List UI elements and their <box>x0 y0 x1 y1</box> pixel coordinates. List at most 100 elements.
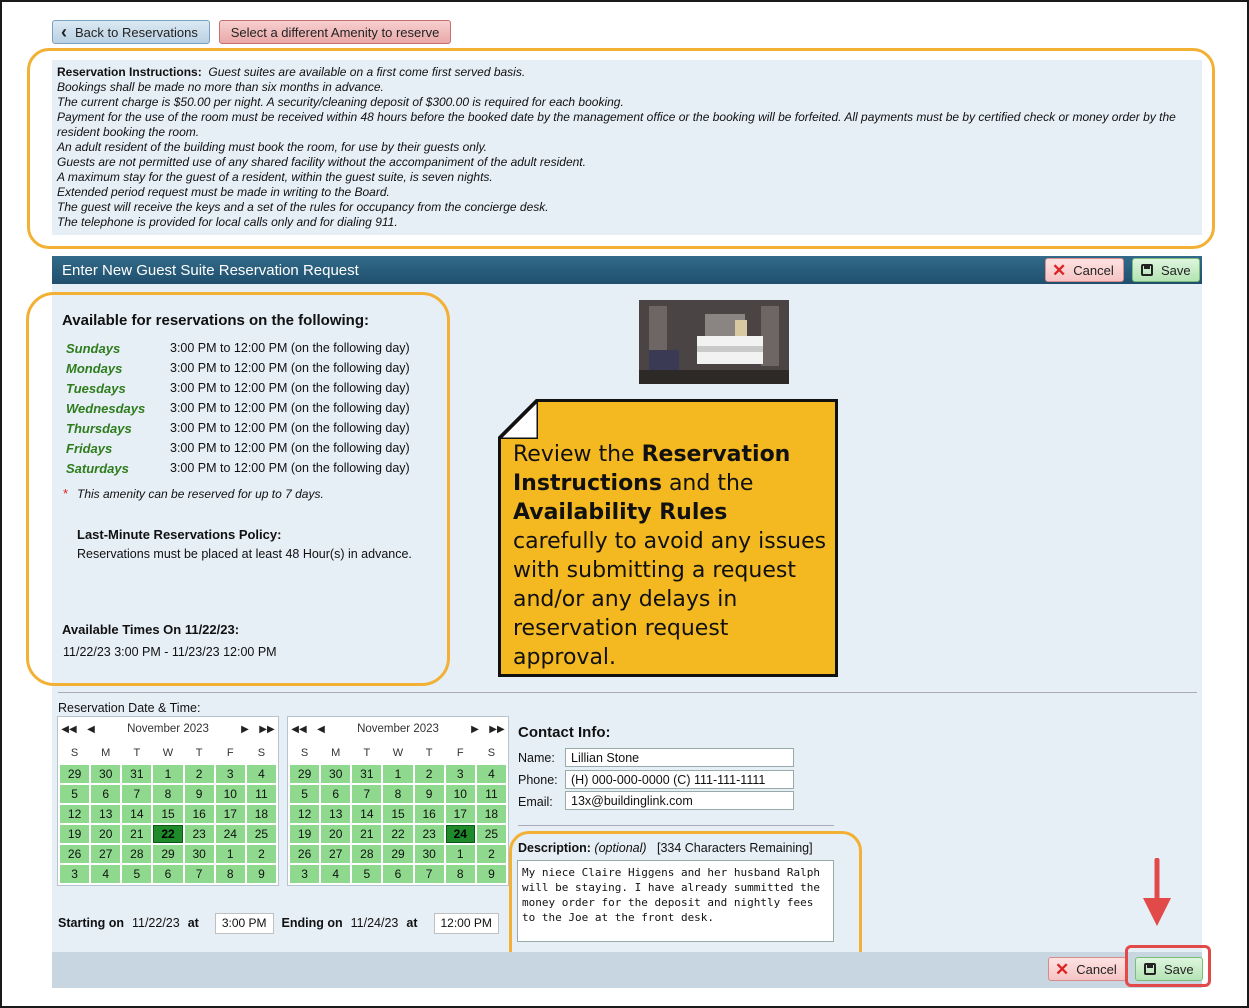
calendar-day[interactable]: 3 <box>215 765 245 783</box>
calendar-day[interactable]: 8 <box>383 785 413 803</box>
calendar-day[interactable]: 31 <box>122 765 152 783</box>
calendar-day[interactable]: 17 <box>445 805 475 823</box>
previous-month-icon[interactable]: ◀ <box>80 724 102 735</box>
back-to-reservations-button[interactable]: ‹ Back to Reservations <box>52 20 210 44</box>
calendar-day[interactable]: 28 <box>122 845 152 863</box>
calendar-day[interactable]: 14 <box>122 805 152 823</box>
calendar-day-selected[interactable]: 24 <box>445 825 475 843</box>
calendar-day[interactable]: 30 <box>321 765 351 783</box>
calendar-day[interactable]: 14 <box>352 805 382 823</box>
calendar-day[interactable]: 24 <box>215 825 245 843</box>
calendar-day[interactable]: 13 <box>321 805 351 823</box>
previous-month-icon[interactable]: ◀ <box>310 724 332 735</box>
header-cancel-button[interactable]: ✕ Cancel <box>1045 258 1124 282</box>
next-month-icon[interactable]: ▶ <box>464 724 486 735</box>
calendar-day[interactable]: 2 <box>184 765 214 783</box>
calendar-day[interactable]: 5 <box>60 785 90 803</box>
calendar-day[interactable]: 16 <box>184 805 214 823</box>
calendar-day[interactable]: 26 <box>290 845 320 863</box>
calendar-day[interactable]: 4 <box>91 865 121 883</box>
calendar-day[interactable]: 27 <box>321 845 351 863</box>
calendar-day[interactable]: 8 <box>153 785 183 803</box>
footer-cancel-button[interactable]: ✕ Cancel <box>1048 957 1127 981</box>
calendar-day[interactable]: 1 <box>153 765 183 783</box>
calendar-day[interactable]: 23 <box>184 825 214 843</box>
calendar-day[interactable]: 22 <box>383 825 413 843</box>
calendar-day[interactable]: 12 <box>60 805 90 823</box>
previous-year-icon[interactable]: ◀◀ <box>288 724 310 735</box>
calendar-day[interactable]: 16 <box>414 805 444 823</box>
calendar-day[interactable]: 15 <box>153 805 183 823</box>
calendar-day[interactable]: 7 <box>352 785 382 803</box>
name-field[interactable]: Lillian Stone <box>565 748 794 767</box>
calendar-day[interactable]: 21 <box>352 825 382 843</box>
calendar-day[interactable]: 20 <box>91 825 121 843</box>
calendar-day[interactable]: 3 <box>60 865 90 883</box>
calendar-day[interactable]: 9 <box>246 865 276 883</box>
calendar-day[interactable]: 3 <box>290 865 320 883</box>
calendar-day[interactable]: 5 <box>352 865 382 883</box>
calendar-day[interactable]: 4 <box>246 765 276 783</box>
next-year-icon[interactable]: ▶▶ <box>486 724 508 735</box>
calendar-day[interactable]: 30 <box>184 845 214 863</box>
calendar-day[interactable]: 31 <box>352 765 382 783</box>
calendar-day[interactable]: 29 <box>383 845 413 863</box>
email-field[interactable]: 13x@buildinglink.com <box>565 791 794 810</box>
calendar-day[interactable]: 26 <box>60 845 90 863</box>
calendar-day[interactable]: 12 <box>290 805 320 823</box>
calendar-day[interactable]: 7 <box>122 785 152 803</box>
calendar-day[interactable]: 1 <box>445 845 475 863</box>
calendar-day[interactable]: 5 <box>290 785 320 803</box>
calendar-day[interactable]: 4 <box>321 865 351 883</box>
calendar-day[interactable]: 8 <box>445 865 475 883</box>
calendar-day[interactable]: 9 <box>184 785 214 803</box>
calendar-day[interactable]: 4 <box>476 765 506 783</box>
calendar-day[interactable]: 19 <box>290 825 320 843</box>
calendar-day[interactable]: 1 <box>383 765 413 783</box>
start-time-input[interactable]: 3:00 PM <box>214 912 274 934</box>
calendar-day[interactable]: 6 <box>153 865 183 883</box>
calendar-day[interactable]: 21 <box>122 825 152 843</box>
calendar-day[interactable]: 13 <box>91 805 121 823</box>
calendar-day[interactable]: 9 <box>414 785 444 803</box>
calendar-day[interactable]: 30 <box>91 765 121 783</box>
calendar-day[interactable]: 29 <box>290 765 320 783</box>
calendar-day[interactable]: 18 <box>476 805 506 823</box>
calendar-day[interactable]: 7 <box>184 865 214 883</box>
calendar-day[interactable]: 28 <box>352 845 382 863</box>
header-save-button[interactable]: Save <box>1132 258 1200 282</box>
calendar-day[interactable]: 2 <box>476 845 506 863</box>
calendar-day[interactable]: 2 <box>246 845 276 863</box>
end-time-input[interactable]: 12:00 PM <box>433 912 499 934</box>
calendar-day[interactable]: 8 <box>215 865 245 883</box>
calendar-day[interactable]: 25 <box>476 825 506 843</box>
calendar-day[interactable]: 25 <box>246 825 276 843</box>
calendar-day[interactable]: 6 <box>321 785 351 803</box>
select-different-amenity-button[interactable]: Select a different Amenity to reserve <box>219 20 451 44</box>
calendar-day[interactable]: 2 <box>414 765 444 783</box>
calendar-day-selected[interactable]: 22 <box>153 825 183 843</box>
calendar-day[interactable]: 5 <box>122 865 152 883</box>
calendar-day[interactable]: 29 <box>153 845 183 863</box>
calendar-day[interactable]: 29 <box>60 765 90 783</box>
calendar-day[interactable]: 7 <box>414 865 444 883</box>
calendar-day[interactable]: 27 <box>91 845 121 863</box>
calendar-day[interactable]: 18 <box>246 805 276 823</box>
calendar-day[interactable]: 15 <box>383 805 413 823</box>
calendar-day[interactable]: 6 <box>383 865 413 883</box>
calendar-day[interactable]: 1 <box>215 845 245 863</box>
calendar-day[interactable]: 20 <box>321 825 351 843</box>
calendar-day[interactable]: 30 <box>414 845 444 863</box>
calendar-day[interactable]: 6 <box>91 785 121 803</box>
calendar-day[interactable]: 17 <box>215 805 245 823</box>
calendar-day[interactable]: 23 <box>414 825 444 843</box>
calendar-day[interactable]: 11 <box>476 785 506 803</box>
next-month-icon[interactable]: ▶ <box>234 724 256 735</box>
next-year-icon[interactable]: ▶▶ <box>256 724 278 735</box>
calendar-day[interactable]: 3 <box>445 765 475 783</box>
calendar-day[interactable]: 9 <box>476 865 506 883</box>
previous-year-icon[interactable]: ◀◀ <box>58 724 80 735</box>
calendar-day[interactable]: 11 <box>246 785 276 803</box>
calendar-day[interactable]: 10 <box>445 785 475 803</box>
calendar-day[interactable]: 19 <box>60 825 90 843</box>
